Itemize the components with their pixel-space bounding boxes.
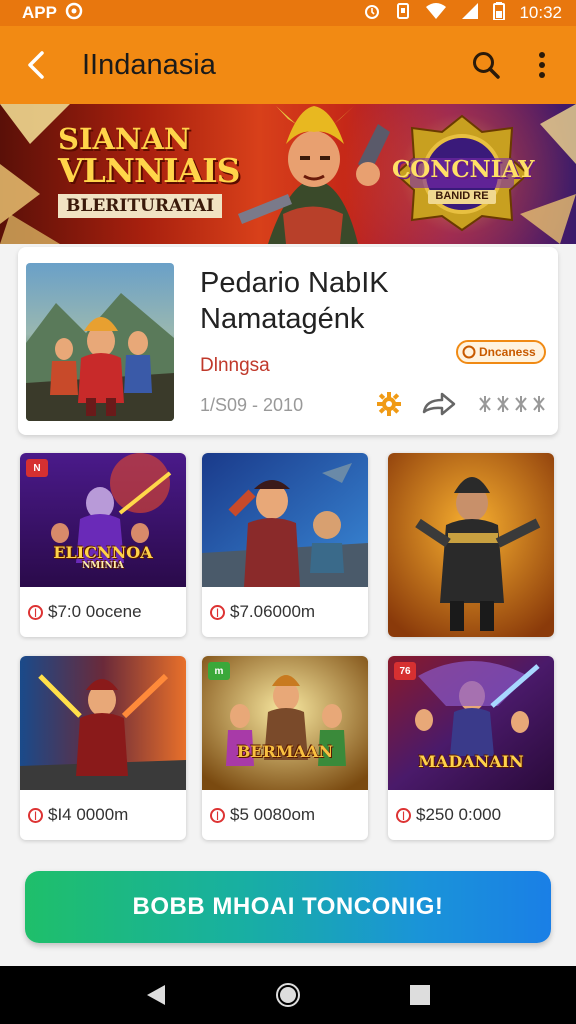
emblem-title: CONCNIAY	[392, 156, 535, 183]
clock: 10:32	[519, 3, 562, 22]
product-image	[20, 656, 186, 790]
price-tag-icon: |	[396, 807, 411, 823]
alarm-icon	[363, 2, 381, 25]
product-tag: N	[26, 459, 48, 477]
product-card[interactable]: m BERMAAN | $5 0080om	[202, 656, 368, 840]
product-price: $I4 0000m	[48, 805, 129, 824]
system-nav-bar	[0, 966, 576, 1024]
product-image	[388, 453, 554, 637]
featured-title-line-1: Pedario NabIK	[200, 267, 389, 299]
product-tag: m	[208, 662, 230, 680]
featured-badge-label: Dncaness	[479, 345, 536, 359]
wifi-icon	[425, 2, 447, 25]
product-price: $7:0 0ocene	[48, 602, 142, 621]
product-image	[202, 453, 368, 587]
recents-square-icon	[410, 985, 430, 1005]
featured-date: 1/S09 - 2010	[200, 395, 304, 415]
featured-subtitle: Dlnngsa	[200, 355, 270, 376]
product-title: MADANAIN	[418, 752, 524, 771]
product-card[interactable]	[388, 453, 554, 637]
nav-back-button[interactable]	[132, 971, 180, 1019]
vibrate-icon	[395, 2, 411, 25]
featured-status-badge: Dncaness	[456, 340, 546, 364]
promo-banner[interactable]: SIANAN VLNNIAIS BLERITURATAI CONCNIAY BA…	[0, 104, 576, 244]
battery-icon	[493, 1, 506, 25]
price-tag-icon: |	[210, 604, 225, 620]
primary-cta-button[interactable]: BOBB MHOAI TONCONIG!	[25, 871, 551, 943]
app-bar: IIndanasia	[0, 26, 576, 104]
price-tag-icon: |	[210, 807, 225, 823]
product-card[interactable]: 76 MADANAIN | $250 0:000	[388, 656, 554, 840]
product-title: ELICNNOA	[53, 543, 153, 562]
product-card[interactable]: | $I4 0000m	[20, 656, 186, 840]
product-card[interactable]: N ELICNNOA NMINIA | $7:0 0ocene	[20, 453, 186, 637]
back-button[interactable]	[6, 35, 66, 95]
price-tag-icon: |	[28, 604, 43, 620]
product-price: $250 0:000	[416, 805, 502, 824]
product-subtitle: NMINIA	[82, 561, 124, 571]
banner-heading-1: SIANAN	[58, 122, 191, 156]
product-price: $5 0080om	[230, 805, 316, 824]
carrier-label: APP	[22, 3, 57, 22]
settings-button[interactable]	[376, 391, 402, 422]
featured-title-line-2: Namatagénk	[200, 303, 365, 335]
price-tag-icon: |	[28, 807, 43, 823]
signal-icon	[461, 2, 479, 25]
home-circle-icon	[276, 983, 300, 1007]
settings-icon	[377, 392, 401, 416]
more-actions-button[interactable]	[476, 394, 548, 419]
featured-item-card[interactable]: Pedario NabIK Namatagénk Dlnngsa Dncanes…	[18, 247, 558, 435]
chevron-left-icon	[28, 51, 44, 79]
product-card[interactable]: | $7.06000m	[202, 453, 368, 637]
more-vert-icon	[539, 52, 545, 78]
more-icon	[479, 396, 545, 412]
nav-home-button[interactable]	[264, 971, 312, 1019]
badge-icon	[462, 345, 476, 359]
more-options-button[interactable]	[518, 41, 566, 89]
banner-heading-2: VLNNIAIS	[58, 151, 240, 190]
nav-recents-button[interactable]	[396, 971, 444, 1019]
search-icon	[473, 52, 500, 79]
notification-icon	[65, 2, 83, 25]
emblem-subtitle: BANID RE	[435, 190, 489, 202]
hero-character-illustration	[238, 106, 390, 244]
product-title: BERMAAN	[236, 742, 334, 761]
product-price: $7.06000m	[230, 602, 316, 621]
share-button[interactable]	[422, 392, 456, 421]
search-button[interactable]	[462, 41, 510, 89]
product-tag: 76	[394, 662, 416, 680]
featured-thumbnail	[26, 263, 174, 421]
status-bar: APP 10:32	[0, 0, 576, 26]
share-arrow-icon	[422, 392, 456, 416]
back-triangle-icon	[147, 985, 165, 1005]
banner-tagline: BLERITURATAI	[58, 194, 223, 218]
page-title: IIndanasia	[82, 48, 216, 81]
